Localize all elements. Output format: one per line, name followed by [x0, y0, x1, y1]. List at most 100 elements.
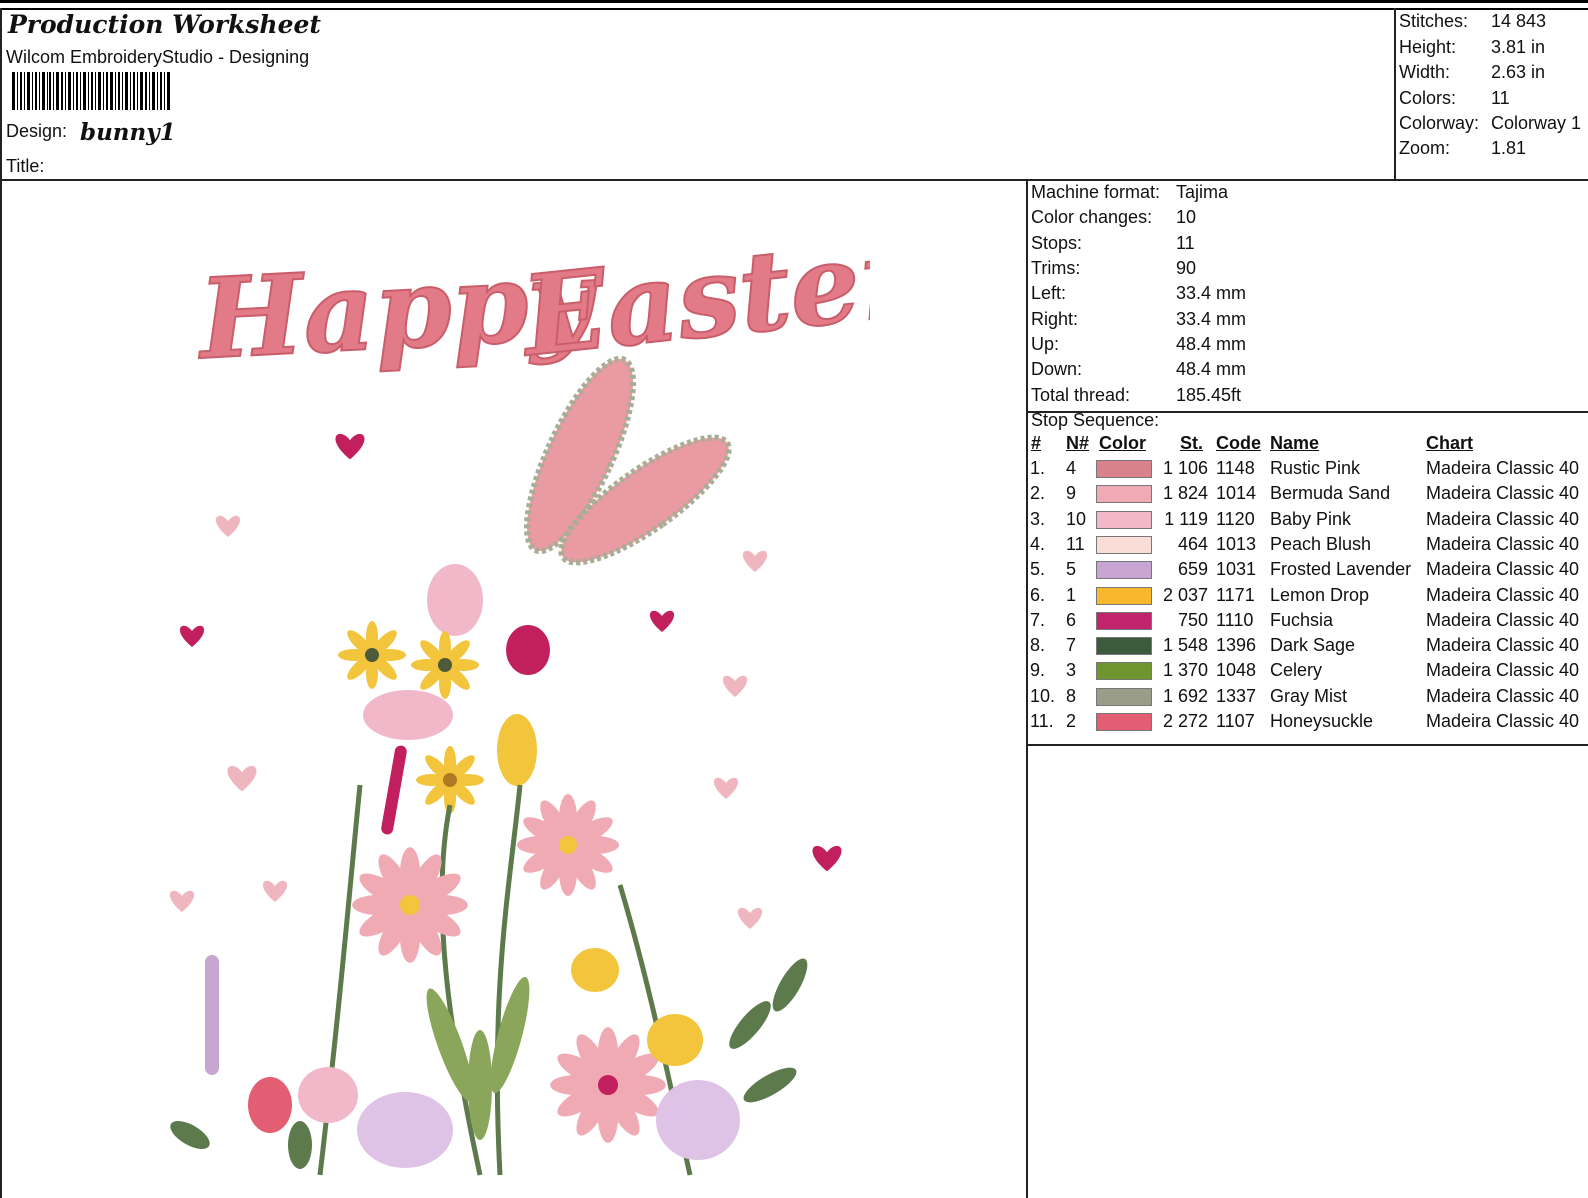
color-swatch [1096, 662, 1152, 681]
needle-number: 2 [1066, 711, 1077, 731]
col-chart: Chart [1426, 433, 1474, 453]
color-changes-label: Color changes: [1031, 207, 1153, 227]
width-value: 2.63 in [1491, 62, 1546, 82]
col-color: Color [1099, 433, 1146, 453]
stop-num: 2. [1030, 483, 1046, 504]
tulip-fuchsia [506, 625, 550, 675]
thread-chart: Madeira Classic 40 [1426, 458, 1580, 478]
thread-chart: Madeira Classic 40 [1426, 685, 1580, 706]
thread-code: 1013 [1216, 533, 1257, 554]
stop-num: 11. [1030, 711, 1054, 731]
needle-number: 5 [1066, 559, 1077, 580]
heart-icon [649, 610, 675, 632]
tulip-yellow [647, 1014, 703, 1066]
thread-name: Dark Sage [1270, 635, 1356, 656]
thread-code: 1148 [1216, 458, 1255, 478]
color-swatch [1096, 586, 1152, 605]
stop-row: 7. 6 750 1110 Fuchsia Madeira Classic 40 [1030, 610, 1588, 635]
worksheet-title: Production Worksheet [8, 10, 321, 39]
needle-number: 9 [1066, 483, 1077, 504]
heart-icon [335, 433, 365, 460]
color-swatch [1096, 460, 1152, 478]
thread-code: 1048 [1216, 660, 1257, 681]
egg-shape [363, 690, 453, 740]
color-swatch [1096, 485, 1152, 504]
left-value: 33.4 mm [1176, 283, 1247, 303]
needle-number: 11 [1066, 533, 1085, 554]
stitch-count: 1 370 [1162, 660, 1208, 681]
stop-row: 5. 5 659 1031 Frosted Lavender Madeira Classi… [1030, 559, 1588, 584]
thread-name: Honeysuckle [1270, 711, 1374, 731]
thread-chart: Madeira Classic 40 [1426, 559, 1580, 580]
needle-number: 1 [1066, 584, 1077, 605]
thread-chart: Madeira Classic 40 [1426, 635, 1580, 656]
stop-row: 11. 2 2 272 1107 Honeysuckle Madeira Classic … [1030, 711, 1588, 736]
stop-row: 9. 3 1 370 1048 Celery Madeira Classic 40 [1030, 660, 1588, 685]
needle-number: 3 [1066, 660, 1077, 681]
color-swatch [1096, 687, 1152, 706]
thread-code: 1120 [1216, 508, 1255, 529]
thread-name: Gray Mist [1270, 685, 1348, 706]
tulip-red [248, 1077, 292, 1133]
egg-shape [427, 564, 483, 636]
machine-format-label: Machine format: [1031, 182, 1161, 202]
height-label: Height: [1399, 37, 1457, 57]
stitch-count: 659 [1177, 559, 1208, 580]
stop-row: 3. 10 1 119 1120 Baby Pink Madeira Classic 40 [1030, 509, 1588, 534]
trims-label: Trims: [1031, 258, 1081, 278]
thread-name: Bermuda Sand [1270, 483, 1391, 504]
stop-num: 7. [1030, 609, 1046, 630]
colorway-label: Colorway: [1399, 113, 1480, 133]
colors-label: Colors: [1399, 88, 1457, 108]
software-name: Wilcom EmbroideryStudio - Designing [6, 47, 310, 67]
stitch-count: 1 548 [1162, 635, 1208, 656]
thread-code: 1110 [1216, 609, 1254, 630]
heart-icon [713, 777, 739, 799]
color-swatch [1096, 611, 1152, 630]
thread-code: 1107 [1216, 711, 1255, 731]
stop-row: 10. 8 1 692 1337 Gray Mist Madeira Classic 40 [1030, 686, 1588, 711]
colorway-value: Colorway 1 [1491, 113, 1582, 133]
stop-num: 10. [1030, 685, 1056, 706]
heart-icon [742, 550, 768, 572]
stop-row: 4. 11 464 1013 Peach Blush Madeira Classic 40 [1030, 534, 1588, 559]
needle-number: 4 [1066, 458, 1077, 478]
thread-code: 1014 [1216, 483, 1257, 504]
thread-chart: Madeira Classic 40 [1426, 609, 1580, 630]
summary-divider [1394, 8, 1396, 180]
stop-num: 4. [1030, 533, 1046, 554]
needle-number: 8 [1066, 685, 1077, 706]
design-label: Design: [6, 121, 68, 141]
stitches-value: 14 843 [1491, 11, 1547, 31]
trims-value: 90 [1176, 258, 1197, 278]
right-label: Right: [1031, 309, 1079, 329]
zoom-value: 1.81 [1491, 138, 1527, 158]
daisy-pink [352, 847, 468, 963]
thread-name: Celery [1270, 660, 1323, 681]
stitch-count: 2 272 [1162, 711, 1208, 731]
stops-divider [1026, 744, 1588, 746]
left-label: Left: [1031, 283, 1067, 303]
heart-icon [722, 675, 748, 697]
heart-icon [215, 515, 241, 537]
total-thread-label: Total thread: [1031, 385, 1131, 405]
thread-name: Baby Pink [1270, 508, 1352, 529]
stop-num: 3. [1030, 508, 1046, 529]
stop-row: 8. 7 1 548 1396 Dark Sage Madeira Classic 40 [1030, 635, 1588, 660]
stitch-count: 2 037 [1162, 584, 1208, 605]
heart-icon [179, 625, 205, 647]
color-swatch [1096, 510, 1152, 529]
daisy-pink [517, 794, 619, 896]
fuchsia-sprig [381, 745, 407, 835]
stitch-count: 750 [1177, 609, 1208, 630]
tulip-yellow [497, 714, 537, 786]
down-value: 48.4 mm [1176, 359, 1247, 379]
col-name: Name [1270, 433, 1320, 453]
daisy-yellow [416, 746, 484, 814]
stop-num: 6. [1030, 584, 1046, 605]
thread-code: 1171 [1216, 584, 1255, 605]
col-stitches: St. [1180, 433, 1204, 453]
stitch-count: 1 106 [1162, 458, 1208, 478]
thread-chart: Madeira Classic 40 [1426, 711, 1580, 731]
frame-left [0, 8, 2, 1198]
